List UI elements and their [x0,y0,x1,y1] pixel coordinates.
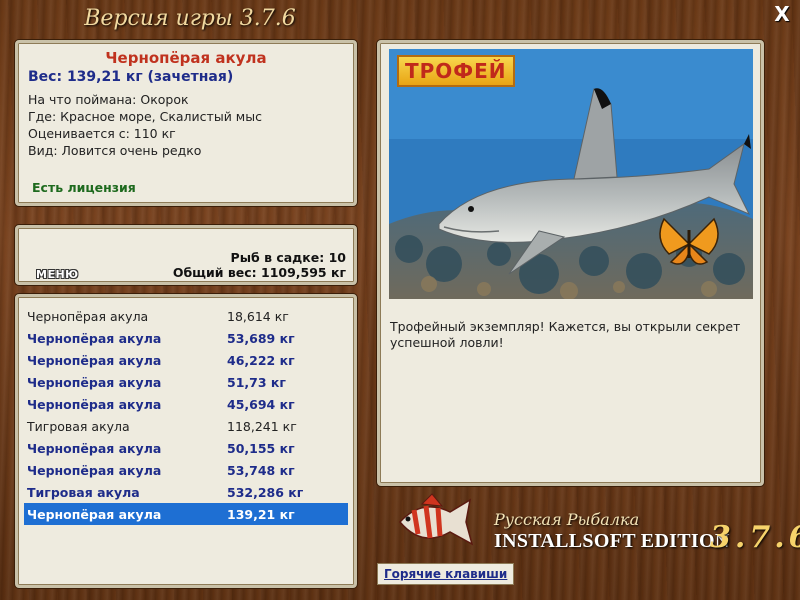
tank-counts: Рыб в садке: 10 Общий вес: 1109,595 кг [173,250,346,280]
fish-bait: На что поймана: Окорок [28,92,189,107]
fish-count: Рыб в садке: 10 [230,250,346,265]
brand-version: 3.7.6 [710,520,800,555]
trophy-badge: ТРОФЕЙ [397,55,515,87]
trophy-photo: ТРОФЕЙ [389,49,753,299]
catch-row[interactable]: Чернопёрая акула 50,155 кг [24,437,348,459]
catch-row-weight: 50,155 кг [227,440,295,456]
trophy-caption: Трофейный экземпляр! Кажется, вы открыли… [390,319,741,350]
catch-row-weight: 53,748 кг [227,462,295,478]
hotkeys-link[interactable]: Горячие клавиши [377,563,515,585]
catch-list: Чернопёрая акула 18,614 кг Чернопёрая акул… [15,294,357,588]
catch-row[interactable]: Чернопёрая акула 51,73 кг [24,371,348,393]
photo-panel: ТРОФЕЙ Трофейный экземпляр! Кажется, вы … [377,40,764,486]
catch-row[interactable]: Чернопёрая акула 46,222 кг [24,349,348,371]
catch-row[interactable]: Чернопёрая акула 18,614 кг [24,305,348,327]
catch-row[interactable]: Тигровая акула 118,241 кг [24,415,348,437]
catch-row-weight: 18,614 кг [227,308,289,324]
catch-row-weight: 139,21 кг [227,506,295,522]
catch-row-name: Чернопёрая акула [27,396,162,412]
catch-row[interactable]: Чернопёрая акула 53,689 кг [24,327,348,349]
catch-row-weight: 46,222 кг [227,352,295,368]
catch-row-name: Чернопёрая акула [27,506,162,522]
brand-line2: INSTALLSOFT EDITION [494,530,730,552]
total-weight: Общий вес: 1109,595 кг [172,265,346,280]
catch-row-weight: 51,73 кг [227,374,286,390]
fish-logo-icon [399,493,474,546]
close-icon[interactable]: X [772,4,792,24]
catch-row[interactable]: Чернопёрая акула 139,21 кг [24,503,348,525]
brand-line1: Русская Рыбалка [494,510,640,529]
catch-row[interactable]: Чернопёрая акула 53,748 кг [24,459,348,481]
catch-row-name: Тигровая акула [27,484,140,500]
license-status: Есть лицензия [32,180,136,195]
fish-info-panel: Чернопёрая акула Вес: 139,21 кг (зачетна… [15,40,357,206]
fish-rarity: Вид: Ловится очень редко [28,143,202,158]
fish-rated-from: Оценивается с: 110 кг [28,126,176,141]
tank-panel: МЕНЮ Рыб в садке: 10 Общий вес: 1109,595… [15,225,357,285]
catch-row-name: Чернопёрая акула [27,352,162,368]
catch-row-weight: 532,286 кг [227,484,304,500]
catch-row-name: Чернопёрая акула [27,330,162,346]
catch-row-weight: 53,689 кг [227,330,295,346]
catch-row-weight: 45,694 кг [227,396,295,412]
fish-name: Чернопёрая акула [105,49,267,67]
catch-row-name: Чернопёрая акула [27,462,162,478]
catch-row-name: Чернопёрая акула [27,374,162,390]
fish-location: Где: Красное море, Скалистый мыс [28,109,262,124]
catch-row-name: Чернопёрая акула [27,308,149,324]
catch-row-weight: 118,241 кг [227,418,297,434]
catch-row-name: Чернопёрая акула [27,440,162,456]
catch-row[interactable]: Чернопёрая акула 45,694 кг [24,393,348,415]
window-title: Версия игры 3.7.6 [84,6,296,31]
catch-row-name: Тигровая акула [27,418,130,434]
catch-row[interactable]: Тигровая акула 532,286 кг [24,481,348,503]
fish-weight: Вес: 139,21 кг (зачетная) [28,69,234,85]
menu-button[interactable]: МЕНЮ [36,268,79,281]
catch-rows: Чернопёрая акула 18,614 кг Чернопёрая акул… [24,305,348,525]
